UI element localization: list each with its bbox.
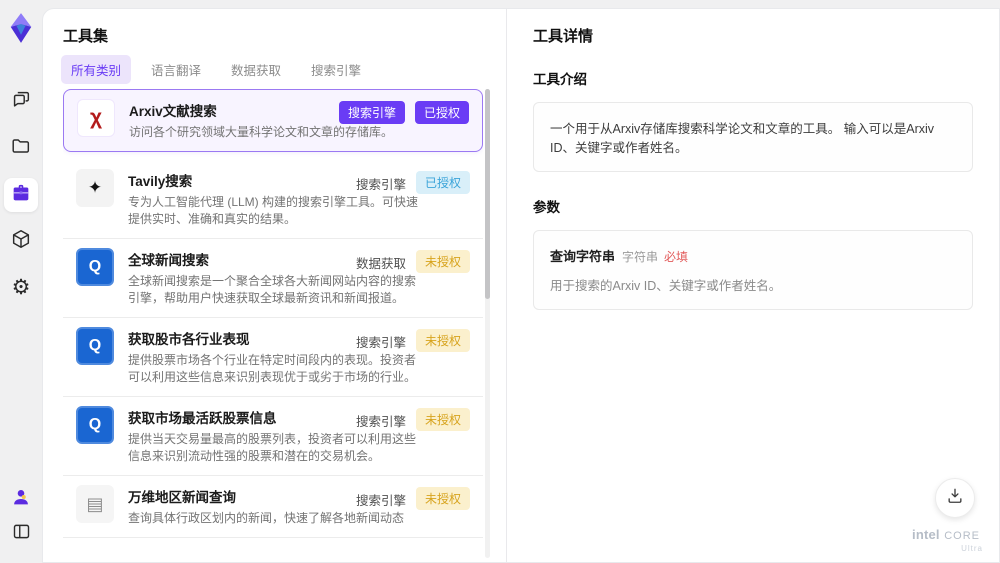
scrollbar-track[interactable] <box>485 89 490 558</box>
download-icon <box>945 486 965 511</box>
tool-list-item[interactable]: ▤ 万维地区新闻查询 查询具体行政区划内的新闻，快速了解各地新闻动态 搜索引擎 … <box>63 476 483 538</box>
tool-list-item[interactable]: χ Arxiv文献搜索 访问各个研究领域大量科学论文和文章的存储库。 搜索引擎 … <box>63 89 483 152</box>
download-button[interactable] <box>935 478 975 518</box>
sidebar-item-files[interactable] <box>4 131 38 165</box>
chat-icon <box>10 88 32 115</box>
auth-status-badge: 未授权 <box>415 250 470 273</box>
core-logo-text: CORE <box>944 529 980 542</box>
panel-toggle-icon <box>11 521 32 547</box>
sidebar-item-chat[interactable] <box>4 84 38 118</box>
toolbox-icon <box>10 182 32 209</box>
app-logo-icon <box>7 12 35 44</box>
param-row: 查询字符串 字符串 必填 用于搜索的Arxiv ID、关键字或作者姓名。 <box>534 231 972 309</box>
building-icon: ▤ <box>76 485 114 523</box>
tool-list-pane: 工具集 所有类别 语言翻译 数据获取 搜索引擎 χ Arxiv文献搜索 访问各个研究领… <box>43 9 506 562</box>
tool-category-tag: 搜索引擎 <box>355 415 406 429</box>
cube-icon <box>10 228 32 255</box>
qnews-icon: Q <box>76 406 114 444</box>
intel-logo-text: intel <box>912 526 940 542</box>
tool-list-item[interactable]: Q 获取股市各行业表现 提供股票市场各个行业在特定时间段内的表现。投资者可以利用… <box>63 318 483 397</box>
params-section-title: 参数 <box>533 200 560 215</box>
tool-list-item[interactable]: Q 获取市场最活跃股票信息 提供当天交易量最高的股票列表，投资者可以利用这些信息… <box>63 397 483 476</box>
tool-category-tag: 搜索引擎 <box>355 178 406 192</box>
tool-name: 获取市场最活跃股票信息 <box>128 411 277 426</box>
intro-section-title: 工具介绍 <box>533 72 587 87</box>
category-tab[interactable]: 所有类别 <box>61 55 132 84</box>
folder-icon <box>10 135 32 162</box>
auth-status-badge: 未授权 <box>415 408 470 431</box>
auth-status-badge: 未授权 <box>415 329 470 352</box>
tool-intro-text: 一个用于从Arxiv存储库搜索科学论文和文章的工具。 输入可以是Arxiv ID… <box>533 102 973 172</box>
param-name: 查询字符串 <box>550 249 616 264</box>
category-tab[interactable]: 搜索引擎 <box>301 55 371 84</box>
page-title: 工具集 <box>63 28 109 45</box>
user-avatar-icon <box>10 486 32 513</box>
category-tab[interactable]: 语言翻译 <box>141 55 211 84</box>
tavily-icon: ✦ <box>76 169 114 207</box>
tool-list-item[interactable]: ✦ Tavily搜索 专为人工智能代理 (LLM) 构建的搜索引擎工具。可快速提… <box>63 160 483 239</box>
tool-name: Arxiv文献搜索 <box>129 104 217 119</box>
qnews-icon: Q <box>76 327 114 365</box>
params-box: 查询字符串 字符串 必填 用于搜索的Arxiv ID、关键字或作者姓名。 <box>533 230 973 310</box>
tool-name: Tavily搜索 <box>128 174 193 189</box>
auth-status-badge: 已授权 <box>415 171 470 194</box>
tool-category-tag: 搜索引擎 <box>355 494 406 508</box>
tool-name: 全球新闻搜索 <box>128 253 209 268</box>
sidebar-item-settings[interactable]: ⚙ <box>4 270 38 304</box>
sidebar-item-models[interactable] <box>4 224 38 258</box>
ultra-logo-text: Ultra <box>961 544 983 554</box>
tool-list-item[interactable]: Q 全球新闻搜索 全球新闻搜索是一个聚合全球各大新闻网站内容的搜索引擎，帮助用户… <box>63 239 483 318</box>
qnews-icon: Q <box>76 248 114 286</box>
tool-category-tag: 搜索引擎 <box>355 336 406 350</box>
param-required-flag: 必填 <box>664 250 689 264</box>
param-description: 用于搜索的Arxiv ID、关键字或作者姓名。 <box>550 279 782 293</box>
tool-name: 万维地区新闻查询 <box>128 490 236 505</box>
sidebar-item-collapse[interactable] <box>4 517 38 551</box>
intel-core-badge: intel CORE Ultra <box>909 526 983 554</box>
param-type: 字符串 <box>622 250 659 264</box>
sidebar-rail: ⚙ <box>0 0 42 563</box>
arxiv-icon: χ <box>77 99 115 137</box>
auth-status-badge: 已授权 <box>414 101 469 124</box>
sidebar-item-tools[interactable] <box>4 178 38 212</box>
gear-icon: ⚙ <box>11 275 31 299</box>
tool-category-tag: 搜索引擎 <box>338 101 405 124</box>
category-tab[interactable]: 数据获取 <box>221 55 291 84</box>
tool-name: 获取股市各行业表现 <box>128 332 250 347</box>
main-panel: 工具集 所有类别 语言翻译 数据获取 搜索引擎 χ Arxiv文献搜索 访问各个研究领… <box>42 8 1000 563</box>
scrollbar-thumb[interactable] <box>485 89 490 299</box>
auth-status-badge: 未授权 <box>415 487 470 510</box>
tool-detail-pane: 工具详情 工具介绍 一个用于从Arxiv存储库搜索科学论文和文章的工具。 输入可… <box>506 9 999 562</box>
detail-title: 工具详情 <box>533 28 594 45</box>
category-tabs: 所有类别 语言翻译 数据获取 搜索引擎 <box>61 55 371 84</box>
tool-list: χ Arxiv文献搜索 访问各个研究领域大量科学论文和文章的存储库。 搜索引擎 … <box>63 89 483 562</box>
tool-category-tag: 数据获取 <box>355 257 406 271</box>
sidebar-item-profile[interactable] <box>4 482 38 516</box>
